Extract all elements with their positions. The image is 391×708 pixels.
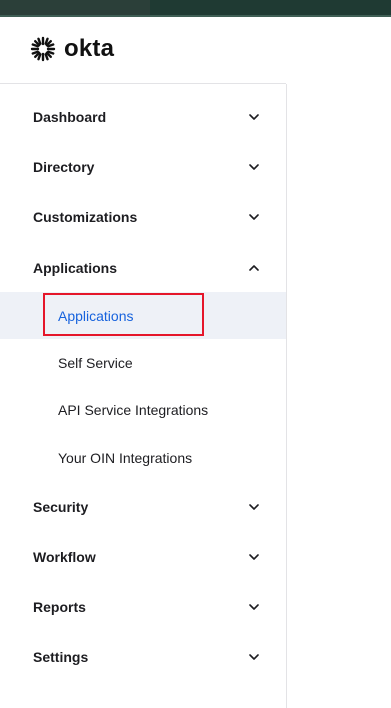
chevron-down-icon	[249, 554, 259, 560]
okta-sunburst-icon	[30, 36, 56, 62]
chevron-down-icon	[249, 164, 259, 170]
sidebar-subitem-label: API Service Integrations	[58, 401, 209, 418]
sidebar-subitem-label: Self Service	[58, 354, 133, 371]
chevron-down-icon	[249, 604, 259, 610]
main-content	[287, 84, 391, 708]
sidebar-item-directory[interactable]: Directory	[0, 142, 286, 192]
sidebar-item-applications[interactable]: Applications	[0, 243, 286, 293]
sidebar-item-label: Workflow	[33, 549, 96, 565]
chevron-up-icon	[249, 265, 259, 271]
sidebar-subitem-label: Your OIN Integrations	[58, 449, 193, 466]
sidebar-item-settings[interactable]: Settings	[0, 632, 286, 682]
sidebar-item-label: Settings	[33, 649, 89, 665]
sidebar-item-label: Applications	[33, 260, 118, 276]
sidebar-item-reports[interactable]: Reports	[0, 582, 286, 632]
okta-logo[interactable]: okta	[30, 34, 114, 64]
sidebar-subitem-applications[interactable]: Applications	[0, 292, 286, 339]
sidebar-item-label: Directory	[33, 159, 95, 175]
chevron-down-icon	[249, 654, 259, 660]
sidebar-subitem-self-service[interactable]: Self Service	[0, 339, 286, 386]
sidebar-item-workflow[interactable]: Workflow	[0, 532, 286, 582]
sidebar-subitem-your-oin-integrations[interactable]: Your OIN Integrations	[0, 434, 286, 481]
sidebar-item-label: Security	[33, 499, 89, 515]
chevron-down-icon	[249, 214, 259, 220]
sidebar-subitem-api-service-integrations[interactable]: API Service Integrations	[0, 386, 286, 433]
sidebar-item-label: Dashboard	[33, 109, 107, 125]
sidebar-item-customizations[interactable]: Customizations	[0, 192, 286, 242]
sidebar-item-label: Customizations	[33, 209, 138, 225]
sidebar-item-security[interactable]: Security	[0, 482, 286, 532]
brand-name: okta	[64, 35, 115, 62]
chevron-down-icon	[249, 114, 259, 120]
chevron-down-icon	[249, 504, 259, 510]
sidebar-item-label: Reports	[33, 599, 86, 615]
sidebar-item-dashboard[interactable]: Dashboard	[0, 92, 286, 142]
sidebar-subitem-label: Applications	[58, 307, 134, 324]
top-bar	[0, 0, 391, 17]
